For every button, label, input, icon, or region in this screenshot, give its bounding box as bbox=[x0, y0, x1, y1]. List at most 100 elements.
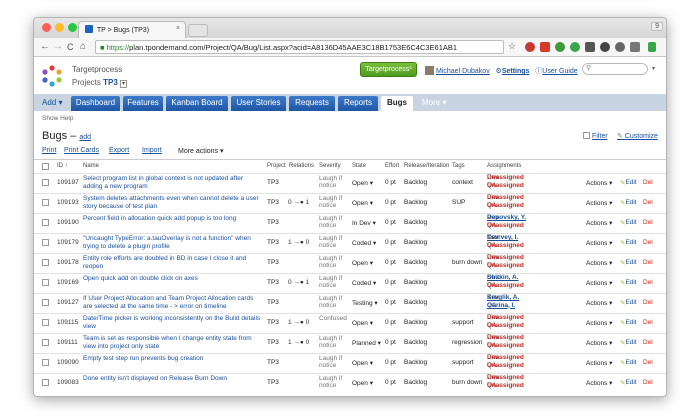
bug-relations[interactable]: 1 →● 0 bbox=[288, 239, 309, 246]
bug-state-dropdown[interactable]: Planned ▾ bbox=[352, 339, 381, 347]
bug-release[interactable]: Backlog bbox=[404, 239, 427, 246]
bug-name-link[interactable]: If User Project Allocation and Team Proj… bbox=[83, 295, 263, 311]
edit-link[interactable]: ✎ Edit bbox=[620, 379, 637, 387]
dev-assignee[interactable]: Tsurvey, I. bbox=[487, 234, 518, 242]
qa-assignee[interactable]: Unassigned bbox=[487, 242, 524, 250]
bug-release[interactable]: Backlog bbox=[404, 319, 427, 326]
bug-name-link[interactable]: "Uncaught TypeError: a.tauOverlay is not… bbox=[83, 235, 263, 251]
column-release[interactable]: Release/Iteration bbox=[404, 163, 449, 169]
column-severity[interactable]: Severity bbox=[319, 163, 341, 169]
bug-name-link[interactable]: Done entity isn't displayed on Release B… bbox=[83, 375, 263, 383]
bug-tags[interactable]: context bbox=[452, 179, 473, 186]
address-bar[interactable]: ■ https://plan.tpondemand.com/Project/QA… bbox=[95, 40, 504, 54]
bug-name-link[interactable]: Date/Time picker is working inconsistent… bbox=[83, 315, 263, 331]
row-actions-dropdown[interactable]: Actions ▾ bbox=[586, 179, 612, 187]
import-link[interactable]: Import bbox=[142, 147, 162, 154]
maximize-window-icon[interactable] bbox=[68, 23, 77, 32]
bug-relations[interactable]: 1 →● 0 bbox=[288, 319, 309, 326]
qa-assignee[interactable]: Unassigned bbox=[487, 382, 524, 390]
bug-severity[interactable]: Laugh if notice bbox=[319, 335, 349, 349]
delete-link[interactable]: Del bbox=[643, 299, 653, 306]
row-checkbox[interactable] bbox=[42, 179, 49, 186]
qa-assignee[interactable]: Unassigned bbox=[487, 182, 524, 190]
dev-assignee[interactable]: Unassigned bbox=[487, 254, 524, 262]
row-checkbox[interactable] bbox=[42, 339, 49, 346]
user-name-link[interactable]: Michael Dubakov bbox=[436, 68, 490, 75]
qa-assignee[interactable]: Unassigned bbox=[487, 282, 524, 290]
dev-assignee[interactable]: Unassigned bbox=[487, 354, 524, 362]
bug-release[interactable]: Backlog bbox=[404, 359, 427, 366]
bug-state-dropdown[interactable]: Open ▾ bbox=[352, 199, 373, 207]
menu-icon[interactable] bbox=[648, 42, 656, 52]
bug-severity[interactable]: Laugh if notice bbox=[319, 195, 349, 209]
row-checkbox[interactable] bbox=[42, 239, 49, 246]
delete-link[interactable]: Del bbox=[643, 219, 653, 226]
bug-tags[interactable]: burn down bbox=[452, 379, 482, 386]
delete-link[interactable]: Del bbox=[643, 319, 653, 326]
delete-link[interactable]: Del bbox=[643, 359, 653, 366]
search-input[interactable] bbox=[582, 63, 648, 75]
row-actions-dropdown[interactable]: Actions ▾ bbox=[586, 339, 612, 347]
row-actions-dropdown[interactable]: Actions ▾ bbox=[586, 199, 612, 207]
add-menu[interactable]: Add ▾ bbox=[42, 98, 62, 107]
add-bug-link[interactable]: add bbox=[79, 134, 91, 141]
dev-assignee[interactable]: Shitkin, A. bbox=[487, 274, 519, 282]
row-actions-dropdown[interactable]: Actions ▾ bbox=[586, 259, 612, 267]
column-tags[interactable]: Tags bbox=[452, 163, 465, 169]
column-effort[interactable]: Effort bbox=[385, 163, 399, 169]
qa-assignee[interactable]: Unassigned bbox=[487, 222, 524, 230]
tab-requests[interactable]: Requests bbox=[289, 96, 335, 111]
chevron-down-icon[interactable]: ▾ bbox=[652, 65, 655, 72]
row-actions-dropdown[interactable]: Actions ▾ bbox=[586, 359, 612, 367]
edit-link[interactable]: ✎ Edit bbox=[620, 239, 637, 247]
bug-severity[interactable]: Laugh if notice bbox=[319, 375, 349, 389]
column-relations[interactable]: Relations bbox=[289, 163, 314, 169]
export-link[interactable]: Export bbox=[109, 147, 129, 154]
row-actions-dropdown[interactable]: Actions ▾ bbox=[586, 319, 612, 327]
bug-severity[interactable]: Laugh if notice bbox=[319, 175, 349, 189]
bug-severity[interactable]: Laugh if notice bbox=[319, 255, 349, 269]
bug-state-dropdown[interactable]: Open ▾ bbox=[352, 359, 373, 367]
delete-link[interactable]: Del bbox=[643, 239, 653, 246]
bug-state-dropdown[interactable]: Open ▾ bbox=[352, 259, 373, 267]
dev-assignee[interactable]: Unassigned bbox=[487, 374, 524, 382]
qa-assignee[interactable]: Unassigned bbox=[487, 202, 524, 210]
bug-name-link[interactable]: Open quick add on double click on axes bbox=[83, 275, 263, 283]
bug-severity[interactable]: Laugh if notice bbox=[319, 295, 349, 309]
row-checkbox[interactable] bbox=[42, 259, 49, 266]
extension-icon[interactable] bbox=[600, 42, 610, 52]
row-actions-dropdown[interactable]: Actions ▾ bbox=[586, 239, 612, 247]
bug-state-dropdown[interactable]: Coded ▾ bbox=[352, 239, 376, 247]
tab-features[interactable]: Features bbox=[123, 96, 163, 111]
dev-assignee[interactable]: Unassigned bbox=[487, 334, 524, 342]
edit-link[interactable]: ✎ Edit bbox=[620, 219, 637, 227]
bug-state-dropdown[interactable]: Open ▾ bbox=[352, 379, 373, 387]
select-all-checkbox[interactable] bbox=[42, 163, 49, 170]
edit-link[interactable]: ✎ Edit bbox=[620, 319, 637, 327]
delete-link[interactable]: Del bbox=[643, 179, 653, 186]
bug-state-dropdown[interactable]: Open ▾ bbox=[352, 179, 373, 187]
minimize-window-icon[interactable] bbox=[55, 23, 64, 32]
bug-severity[interactable]: Laugh if notice bbox=[319, 355, 349, 369]
bug-relations[interactable]: 1 →● 0 bbox=[288, 339, 309, 346]
qa-assignee[interactable]: Unassigned bbox=[487, 342, 524, 350]
tab-reports[interactable]: Reports bbox=[338, 96, 378, 111]
new-tab-button[interactable] bbox=[188, 24, 208, 37]
forward-icon[interactable]: → bbox=[53, 41, 63, 52]
more-actions-dropdown[interactable]: More actions ▾ bbox=[178, 147, 224, 155]
bug-release[interactable]: Backlog bbox=[404, 259, 427, 266]
bug-release[interactable]: Backlog bbox=[404, 339, 427, 346]
bug-state-dropdown[interactable]: In Dev ▾ bbox=[352, 219, 376, 227]
row-actions-dropdown[interactable]: Actions ▾ bbox=[586, 219, 612, 227]
edit-link[interactable]: ✎ Edit bbox=[620, 199, 637, 207]
settings-link[interactable]: Settings bbox=[502, 68, 530, 75]
bug-relations[interactable]: 0 →● 1 bbox=[288, 279, 309, 286]
bug-release[interactable]: Backlog bbox=[404, 179, 427, 186]
filter-link[interactable]: Filter bbox=[583, 132, 608, 140]
bug-name-link[interactable]: Entity role efforts are doubled in BD in… bbox=[83, 255, 263, 271]
bug-name-link[interactable]: Empty test step run prevents bug creatio… bbox=[83, 355, 263, 363]
qa-assignee[interactable]: Unassigned bbox=[487, 262, 524, 270]
row-checkbox[interactable] bbox=[42, 219, 49, 226]
bug-severity[interactable]: Laugh if notice bbox=[319, 215, 349, 229]
row-checkbox[interactable] bbox=[42, 299, 49, 306]
